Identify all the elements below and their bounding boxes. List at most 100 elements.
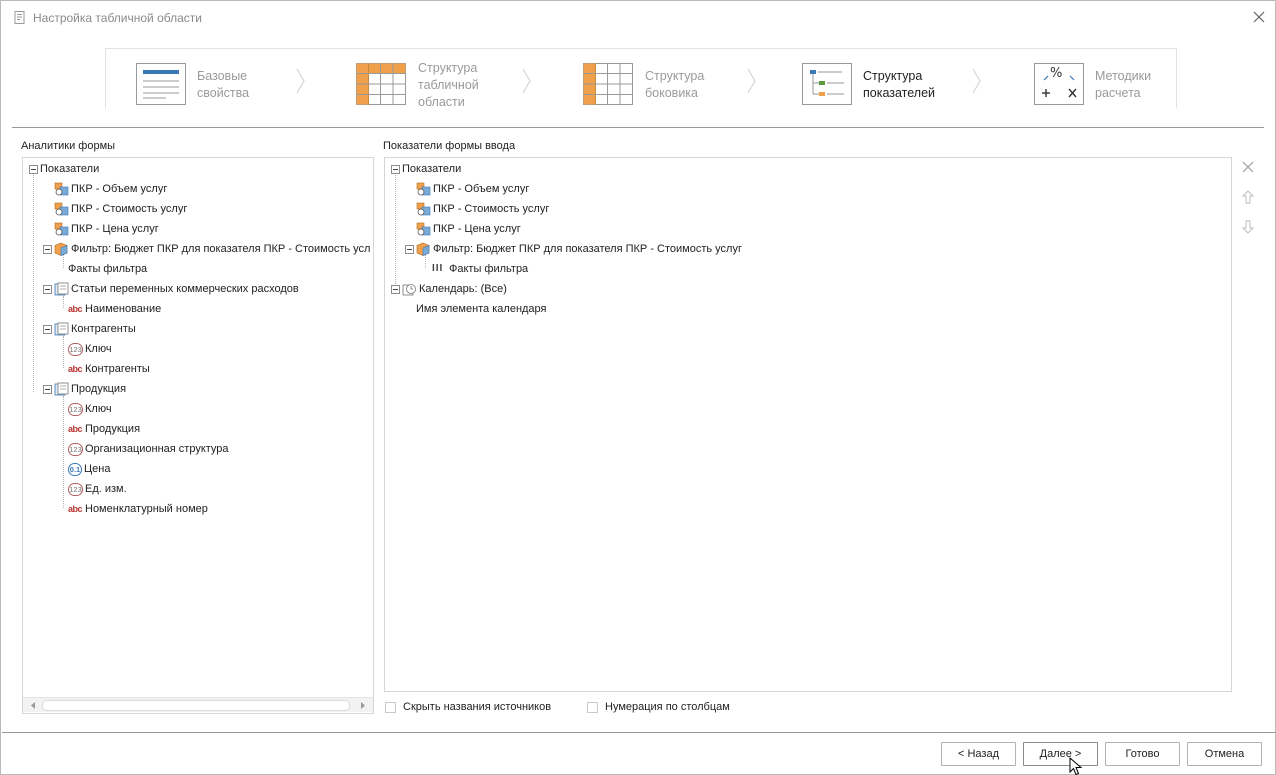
number-icon: 123 [68,402,83,416]
tree-node[interactable]: Продукция [43,379,126,399]
tree-node[interactable]: abc Наименование [68,299,161,319]
tree-node[interactable]: ПКР - Цена услуг [416,219,521,239]
collapse-icon[interactable] [391,284,400,294]
abc-icon: abc [68,504,83,514]
tree-node-label: ПКР - Объем услуг [71,183,168,195]
input-form-indicators-tree[interactable]: Показатели ПКР - Объем услуг ПКР - Стоим… [384,157,1232,692]
table-grid-icon [356,63,406,105]
scroll-right-icon[interactable] [355,698,371,713]
chevron-right-icon [296,68,305,94]
tree-node[interactable]: abc Продукция [68,419,140,439]
chevron-right-icon [972,68,981,94]
step-sidebar-structure[interactable]: Структура боковика [581,49,741,109]
title-bar: Настройка табличной области [1,1,1275,33]
step-label-line: расчета [1095,86,1141,100]
checkbox-box[interactable] [587,701,598,713]
indicator-icon [54,222,69,236]
tree-node-label: Организационная структура [85,443,229,455]
column-numbering-checkbox[interactable]: Нумерация по столбцам [587,701,730,713]
scroll-left-icon[interactable] [25,698,41,713]
tree-node[interactable]: 123 Организационная структура [68,439,229,459]
cancel-button[interactable]: Отмена [1187,742,1262,766]
tree-node[interactable]: abc Контрагенты [68,359,150,379]
tree-node-label: Продукция [71,383,127,395]
tree-node[interactable]: ПКР - Объем услуг [416,179,529,199]
step-label-line: Структура [645,69,705,83]
collapse-icon[interactable] [43,324,52,334]
checkbox-label: Скрыть названия источников [403,701,552,713]
divider [12,127,1264,128]
done-button[interactable]: Готово [1105,742,1180,766]
tree-node-label: Контрагенты [71,323,136,335]
collapse-icon[interactable] [43,244,52,254]
dictionary-icon [54,322,69,336]
sidebar-grid-icon [583,63,633,105]
tree-node-label: Календарь: (Все) [419,283,507,295]
horizontal-scrollbar[interactable] [23,697,373,712]
close-icon[interactable] [1251,9,1267,25]
remove-icon[interactable] [1241,160,1255,174]
tree-node-label: Ключ [85,403,112,415]
tree-node-root[interactable]: Показатели [391,159,461,179]
tree-node[interactable]: Календарь: (Все) [391,279,507,299]
scrollbar-thumb[interactable] [42,700,350,711]
divider [2,732,1276,733]
tree-node[interactable]: 123 Ключ [68,339,112,359]
collapse-icon[interactable] [43,384,52,394]
checkbox-box[interactable] [385,701,396,713]
tree-node-label: Фильтр: Бюджет ПКР для показателя ПКР - … [433,243,742,255]
tree-node-label: Номенклатурный номер [85,503,208,515]
tree-node-label: Имя элемента календаря [416,303,547,315]
move-down-icon[interactable] [1241,220,1255,234]
checkbox-label: Нумерация по столбцам [605,701,730,713]
tree-node-root[interactable]: Показатели [29,159,99,179]
step-label-line: Структура [863,69,923,83]
tree-node[interactable]: Имя элемента календаря [416,299,547,319]
document-settings-icon [14,11,25,24]
tree-node[interactable]: Фильтр: Бюджет ПКР для показателя ПКР - … [43,239,370,259]
tree-node[interactable]: ПКР - Стоимость услуг [54,199,187,219]
move-up-icon[interactable] [1241,190,1255,204]
form-analytics-tree[interactable]: Показатели ПКР - Объем услуг ПКР - Стоим… [22,157,374,714]
calendar-icon [402,284,416,296]
dictionary-icon [54,282,69,296]
tree-node[interactable]: Статьи переменных коммерческих расходов [43,279,299,299]
mouse-cursor-icon [1069,757,1083,775]
step-table-area-structure[interactable]: Структура табличной области [354,49,514,109]
collapse-icon[interactable] [43,284,52,294]
tree-node[interactable]: III Факты фильтра [432,259,528,279]
tree-node[interactable]: 123 Ключ [68,399,112,419]
cube-icon [54,242,68,256]
collapse-icon[interactable] [29,164,38,174]
input-form-indicators-label: Показатели формы ввода [383,140,516,152]
tree-node[interactable]: ПКР - Объем услуг [54,179,167,199]
tree-node-label: Наименование [85,303,162,315]
dictionary-icon [54,382,69,396]
back-button[interactable]: < Назад [941,742,1016,766]
tree-node[interactable]: Фильтр: Бюджет ПКР для показателя ПКР - … [405,239,742,259]
tree-node[interactable]: ПКР - Цена услуг [54,219,159,239]
wizard-steps: Базовые свойства Структура табличной обл… [105,48,1177,109]
indicator-icon [54,202,69,216]
abc-icon: abc [68,364,83,374]
tree-node[interactable]: Контрагенты [43,319,136,339]
step-indicators-structure[interactable]: Структура показателей [800,49,980,109]
number-icon: 123 [68,342,83,356]
collapse-icon[interactable] [405,244,414,254]
tree-node[interactable]: abc Номенклатурный номер [68,499,208,519]
tree-node-label: Факты фильтра [449,263,529,275]
form-analytics-label: Аналитики формы [21,140,116,152]
step-base-properties[interactable]: Базовые свойства [134,49,294,109]
collapse-icon[interactable] [391,164,400,174]
tree-node[interactable]: 123 Ед. изм. [68,479,127,499]
tree-node-label: Контрагенты [85,363,150,375]
hide-source-names-checkbox[interactable]: Скрыть названия источников [385,701,551,713]
tree-node[interactable]: 0.1 Цена [68,459,110,479]
tree-node[interactable]: ПКР - Стоимость услуг [416,199,549,219]
step-label-line: боковика [645,86,698,100]
tree-node-label: ПКР - Стоимость услуг [71,203,188,215]
step-calculation-methods[interactable]: % Методики расчета [1032,49,1172,109]
next-button[interactable]: Далее > [1023,742,1098,766]
chevron-right-icon [522,68,531,94]
tree-node[interactable]: Факты фильтра [68,259,147,279]
